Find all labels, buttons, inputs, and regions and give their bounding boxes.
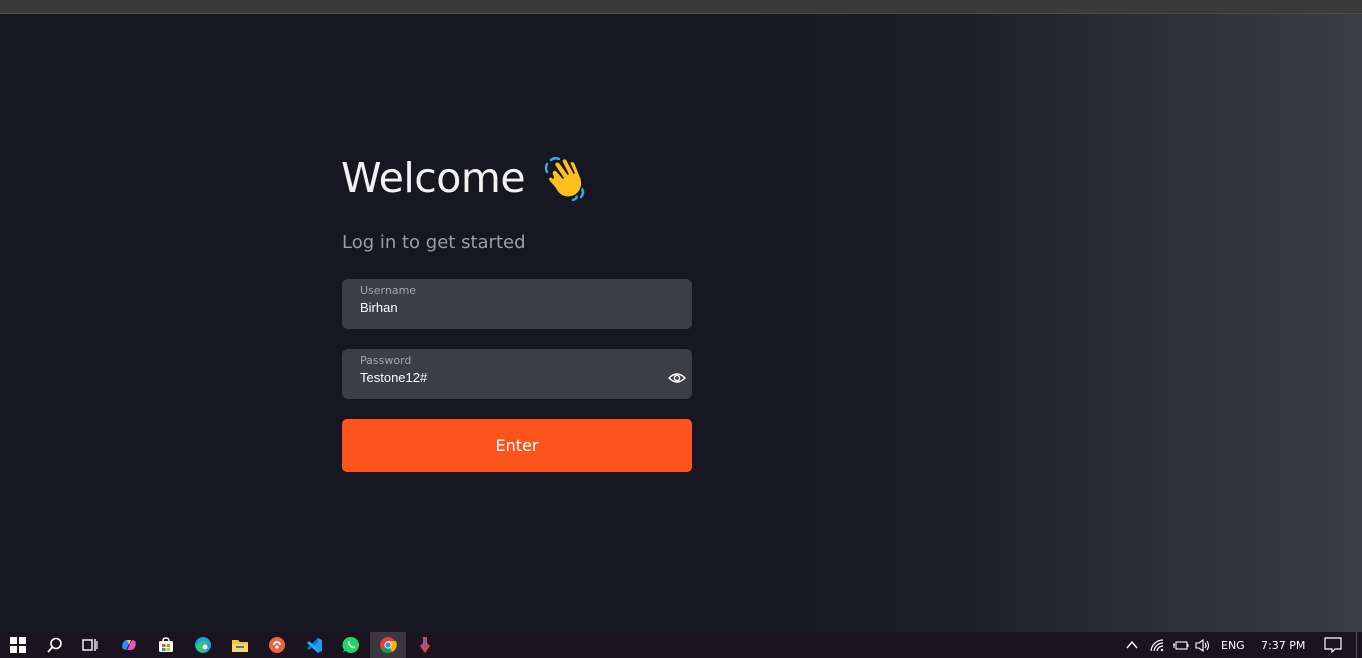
edge-button[interactable] <box>185 632 221 658</box>
browser-top-bar <box>0 0 1362 14</box>
chrome-button[interactable] <box>370 632 406 658</box>
task-view-button[interactable] <box>72 632 108 658</box>
app-orange-icon <box>269 637 285 653</box>
waving-hand-icon <box>544 156 585 202</box>
windows-taskbar: ENG 7:37 PM <box>0 632 1362 658</box>
file-explorer-icon <box>232 639 248 652</box>
network-icon[interactable] <box>1150 639 1165 652</box>
password-input[interactable] <box>360 370 650 386</box>
username-field[interactable]: Username <box>342 279 692 329</box>
whatsapp-icon <box>342 636 360 653</box>
store-icon <box>159 637 173 652</box>
file-explorer-button[interactable] <box>222 632 258 658</box>
notification-center-icon[interactable] <box>1324 637 1342 653</box>
battery-icon[interactable] <box>1172 640 1189 651</box>
welcome-heading: Welcome <box>341 153 589 203</box>
language-indicator[interactable]: ENG <box>1221 639 1245 652</box>
store-button[interactable] <box>148 632 184 658</box>
username-label: Username <box>360 284 417 297</box>
vscode-icon <box>306 637 322 653</box>
show-password-icon[interactable] <box>668 371 686 385</box>
enter-button[interactable]: Enter <box>342 419 692 472</box>
start-icon <box>10 637 26 653</box>
volume-icon[interactable] <box>1195 639 1210 652</box>
password-field[interactable]: Password <box>342 349 692 399</box>
whatsapp-button[interactable] <box>333 632 369 658</box>
chrome-icon <box>380 637 397 654</box>
clock[interactable]: 7:37 PM <box>1261 639 1305 652</box>
vscode-button[interactable] <box>296 632 332 658</box>
show-desktop-button[interactable] <box>1356 632 1362 658</box>
show-hidden-icons-icon[interactable] <box>1126 640 1138 649</box>
tool-app-button[interactable] <box>407 632 443 658</box>
copilot-icon <box>122 640 136 650</box>
page-subtitle: Log in to get started <box>342 232 526 253</box>
edge-icon <box>195 637 211 653</box>
search-icon <box>47 637 62 653</box>
page-title: Welcome <box>341 154 526 202</box>
orange-app-button[interactable] <box>259 632 295 658</box>
start-button[interactable] <box>0 632 36 658</box>
username-input[interactable] <box>360 300 650 316</box>
search-button[interactable] <box>37 632 73 658</box>
task-view-icon <box>82 639 98 651</box>
password-label: Password <box>360 354 412 367</box>
copilot-button[interactable] <box>111 632 147 658</box>
app-tool-icon <box>420 637 430 653</box>
